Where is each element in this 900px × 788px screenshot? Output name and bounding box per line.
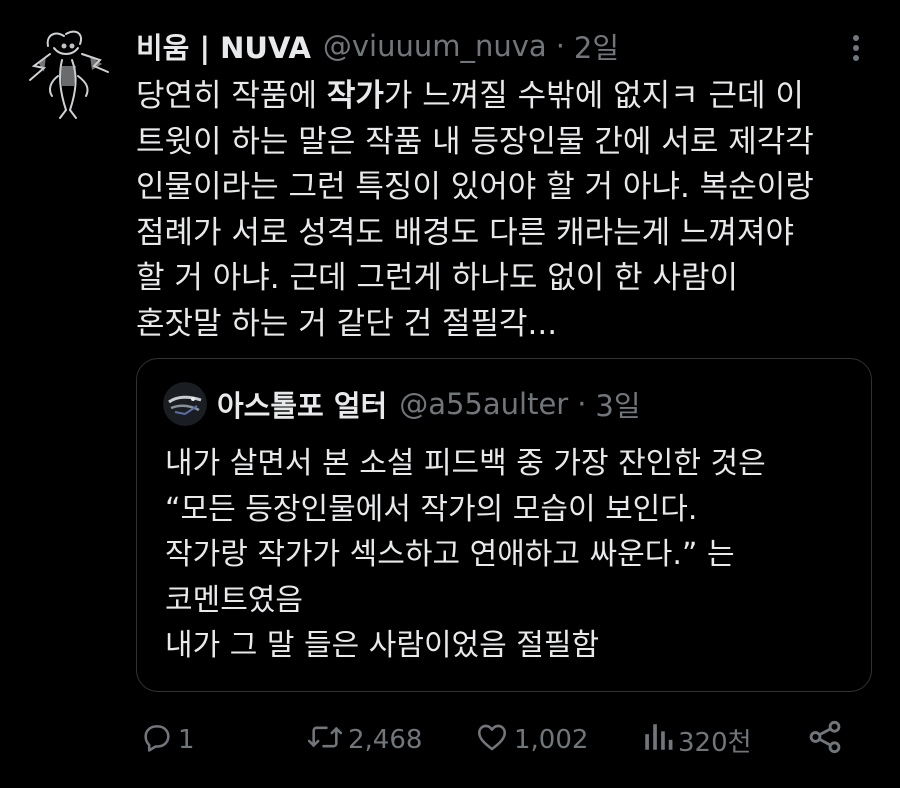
retweet-count: 2,468 [348,725,423,755]
quoted-author-display-name[interactable]: 아스톨포 얼터 [217,383,387,425]
quoted-text-line: 내가 그 말 들은 사람이었음 절필함 [165,628,600,663]
quoted-tweet-card[interactable]: 아스톨포 얼터 @a55aulter · 3일 내가 살면서 본 소설 피드백 … [136,358,872,692]
quoted-tweet-timestamp[interactable]: 3일 [595,383,640,425]
views-icon [642,720,674,761]
like-count: 1,002 [514,725,589,755]
quoted-author-handle[interactable]: @a55aulter [399,387,568,421]
reply-button[interactable]: 1 [140,716,195,764]
tweet-text-line: 할 거 아냐. 근데 그런게 하나도 없이 한 사람이 [136,260,739,297]
quoted-text-line: 작가랑 작가가 섹스하고 연애하고 싸운다.” 는 [165,537,735,572]
tweet-text-line: 인물이라는 그런 특징이 있어야 할 거 아냐. 복순이랑 [136,169,814,206]
views-count: 320천 [678,727,752,758]
quoted-text-line: 내가 살면서 본 소설 피드백 중 가장 잔인한 것은 [165,446,766,481]
retweet-button[interactable]: 2,468 [306,716,422,764]
quoted-tweet-text: 내가 살면서 본 소설 피드백 중 가장 잔인한 것은 “모든 등장인물에서 작… [165,441,855,669]
author-handle[interactable]: @viuuum_nuva [323,29,547,63]
header-separator: · [555,29,565,63]
author-avatar[interactable] [24,26,114,122]
author-display-name[interactable]: 비움 | NUVA [136,25,311,67]
views-button[interactable]: 320천 [642,716,752,764]
tweet-text-line: 트윗이 하는 말은 작품 내 등장인물 간에 서로 제각각 [136,123,814,160]
more-options-icon[interactable] [842,28,870,68]
quoted-author-avatar [163,382,207,426]
quoted-text-line: 코멘트였음 [165,582,303,618]
retweet-icon [306,720,344,761]
bold-highlight: 작가 [326,78,384,114]
heart-icon [474,720,510,761]
tweet-text-line: 혼잣말 하는 거 같단 건 절필각... [136,305,558,342]
tweet-text-line: 당연히 작품에 작가가 느껴질 수밖에 없지ㅋ 근데 이 [136,78,804,114]
quoted-tweet-header: 아스톨포 얼터 @a55aulter · 3일 [163,381,641,427]
reply-count: 1 [178,725,195,755]
quoted-text-line: “모든 등장인물에서 작가의 모습이 보인다. [165,491,698,527]
tweet-action-bar: 1 2,468 1,002 320천 [0,716,900,764]
tweet-text: 당연히 작품에 작가가 느껴질 수밖에 없지ㅋ 근데 이 트윗이 하는 말은 작… [136,74,881,348]
share-icon [806,718,844,763]
share-button[interactable] [806,716,844,764]
quoted-header-separator: · [577,387,587,421]
reply-icon [140,720,174,761]
tweet-header: 비움 | NUVA @viuuum_nuva · 2일 [136,24,619,68]
tweet-text-line: 점례가 서로 성격도 배경도 다른 캐라는게 느껴져야 [136,214,795,251]
tweet-timestamp[interactable]: 2일 [574,25,619,67]
like-button[interactable]: 1,002 [474,716,588,764]
